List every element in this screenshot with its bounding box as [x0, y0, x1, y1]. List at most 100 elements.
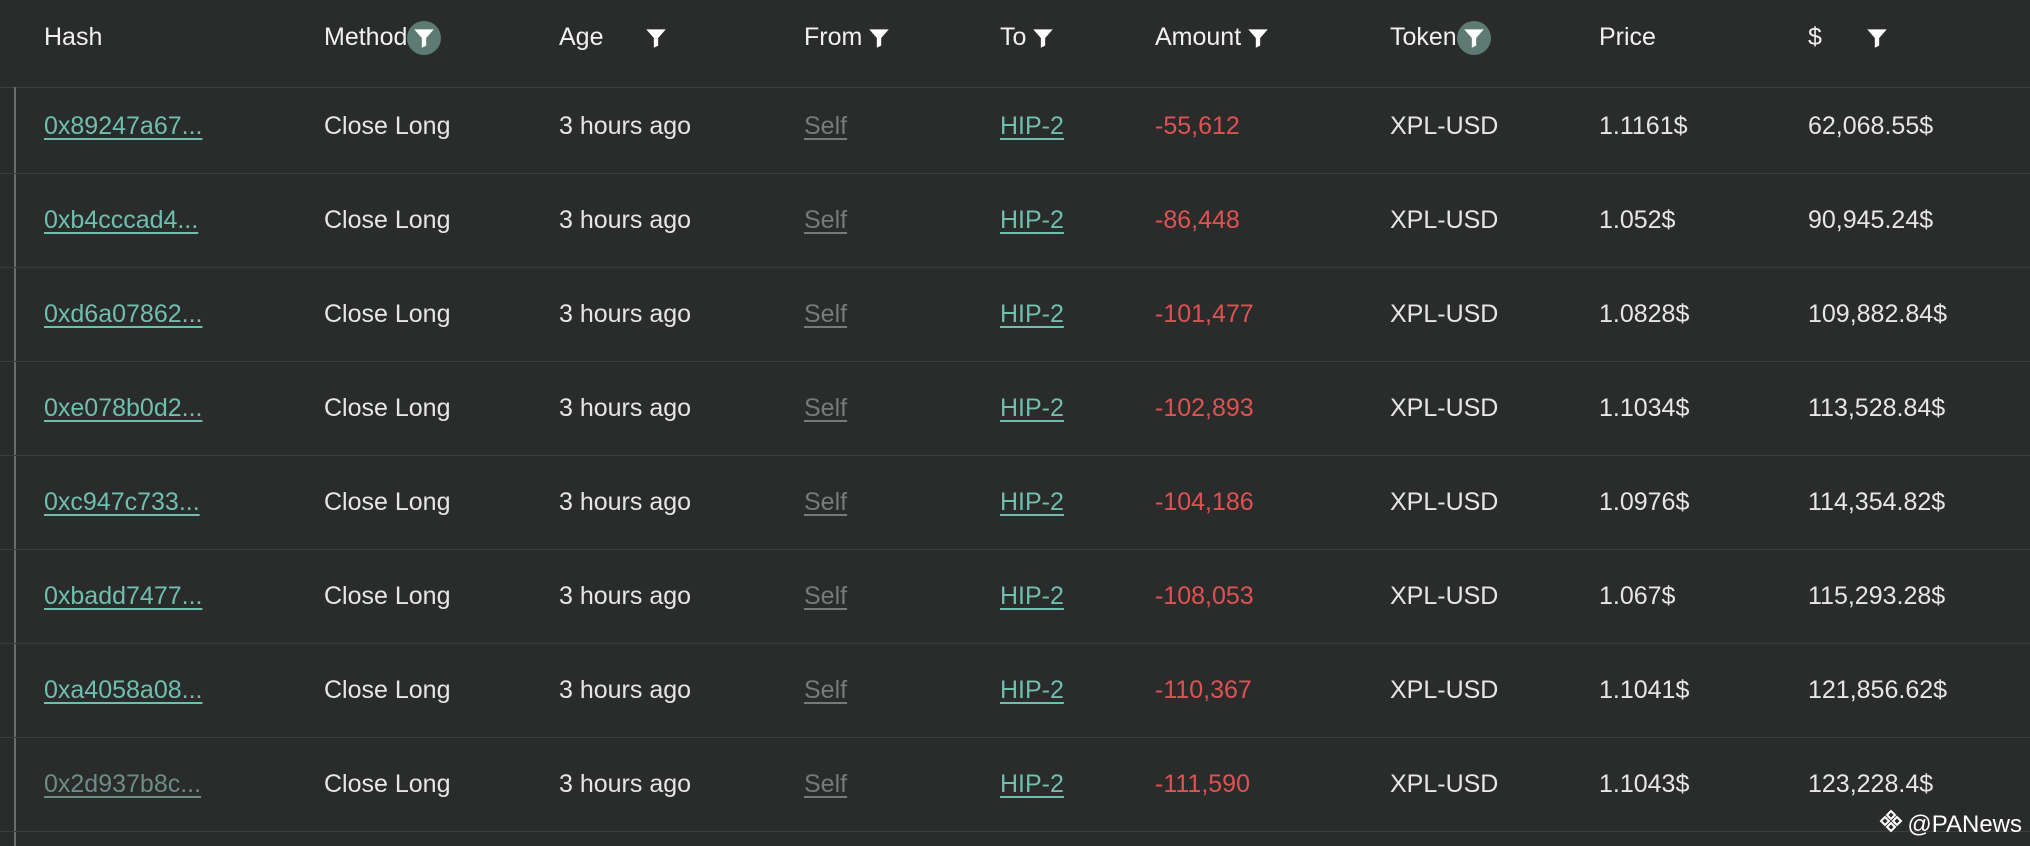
usd-value-cell: 121,856.62$: [1808, 676, 1948, 704]
column-header-method: Method: [324, 0, 442, 75]
column-label-price: Price: [1599, 23, 1656, 51]
table-row: 0xd6a07862... Close Long 3 hours ago Sel…: [0, 268, 2030, 362]
amount-cell: -110,367: [1155, 676, 1252, 704]
amount-cell: -101,477: [1155, 300, 1254, 328]
age-cell: 3 hours ago: [559, 394, 692, 422]
age-filter-icon[interactable]: [639, 21, 673, 55]
tx-hash-link[interactable]: 0xbadd7477...: [44, 582, 202, 611]
column-label-usd: $: [1808, 23, 1822, 51]
column-header-price: Price: [1599, 0, 1656, 75]
token-cell: XPL-USD: [1390, 488, 1499, 516]
amount-cell: -86,448: [1155, 206, 1240, 234]
price-cell: 1.0828$: [1599, 300, 1690, 328]
to-link[interactable]: HIP-2: [1000, 112, 1064, 141]
token-cell: XPL-USD: [1390, 112, 1499, 140]
age-cell: 3 hours ago: [559, 488, 692, 516]
tx-hash-link[interactable]: 0x89247a67...: [44, 112, 202, 141]
column-header-amount: Amount: [1155, 0, 1275, 75]
to-link[interactable]: HIP-2: [1000, 394, 1064, 423]
age-cell: 3 hours ago: [559, 582, 692, 610]
from-link[interactable]: Self: [804, 676, 847, 705]
to-link[interactable]: HIP-2: [1000, 300, 1064, 329]
usd-value-cell: 109,882.84$: [1808, 300, 1948, 328]
to-link[interactable]: HIP-2: [1000, 582, 1064, 611]
token-cell: XPL-USD: [1390, 582, 1499, 610]
tx-hash-link[interactable]: 0xd6a07862...: [44, 300, 202, 329]
tx-hash-link[interactable]: 0xc947c733...: [44, 488, 200, 517]
from-link[interactable]: Self: [804, 488, 847, 517]
from-link[interactable]: Self: [804, 300, 847, 329]
from-link[interactable]: Self: [804, 206, 847, 235]
usd-value-cell: 115,293.28$: [1808, 582, 1946, 610]
from-link[interactable]: Self: [804, 770, 847, 799]
method-cell: Close Long: [324, 488, 451, 516]
amount-filter-icon[interactable]: [1241, 21, 1275, 55]
to-link[interactable]: HIP-2: [1000, 488, 1064, 517]
price-cell: 1.1161$: [1599, 112, 1688, 140]
column-label-method: Method: [324, 23, 408, 51]
table-header: Hash Method Age From To Amount Token Pri…: [0, 0, 2030, 88]
column-label-age: Age: [559, 23, 604, 51]
token-cell: XPL-USD: [1390, 206, 1499, 234]
amount-cell: -111,590: [1155, 770, 1250, 798]
token-filter-icon[interactable]: [1456, 20, 1491, 55]
amount-cell: -102,893: [1155, 394, 1254, 422]
to-link[interactable]: HIP-2: [1000, 206, 1064, 235]
age-cell: 3 hours ago: [559, 112, 692, 140]
usd-filter-icon[interactable]: [1860, 21, 1894, 55]
age-cell: 3 hours ago: [559, 300, 692, 328]
method-cell: Close Long: [324, 112, 451, 140]
method-cell: Close Long: [324, 394, 451, 422]
to-filter-icon[interactable]: [1026, 21, 1060, 55]
method-cell: Close Long: [324, 770, 451, 798]
table-row: 0xe078b0d2... Close Long 3 hours ago Sel…: [0, 362, 2030, 456]
amount-cell: -108,053: [1155, 582, 1254, 610]
tx-hash-link[interactable]: 0xa4058a08...: [44, 676, 202, 705]
to-link[interactable]: HIP-2: [1000, 770, 1064, 799]
amount-cell: -55,612: [1155, 112, 1240, 140]
token-cell: XPL-USD: [1390, 300, 1499, 328]
amount-cell: -104,186: [1155, 488, 1254, 516]
column-label-token: Token: [1390, 23, 1457, 51]
column-header-hash: Hash: [44, 0, 102, 75]
price-cell: 1.0976$: [1599, 488, 1690, 516]
age-cell: 3 hours ago: [559, 770, 692, 798]
column-header-age: Age: [559, 0, 673, 75]
from-link[interactable]: Self: [804, 582, 847, 611]
method-cell: Close Long: [324, 206, 451, 234]
price-cell: 1.1041$: [1599, 676, 1690, 704]
method-cell: Close Long: [324, 582, 451, 610]
from-link[interactable]: Self: [804, 112, 847, 141]
method-filter-icon[interactable]: [407, 20, 442, 55]
price-cell: 1.052$: [1599, 206, 1676, 234]
from-link[interactable]: Self: [804, 394, 847, 423]
panews-logo-icon: [1879, 809, 1903, 840]
column-header-to: To: [1000, 0, 1060, 75]
price-cell: 1.067$: [1599, 582, 1676, 610]
usd-value-cell: 62,068.55$: [1808, 112, 1934, 140]
age-cell: 3 hours ago: [559, 206, 692, 234]
table-row: 0x89247a67... Close Long 3 hours ago Sel…: [0, 80, 2030, 174]
table-row: 0xbadd7477... Close Long 3 hours ago Sel…: [0, 550, 2030, 644]
price-cell: 1.1034$: [1599, 394, 1690, 422]
tx-hash-link[interactable]: 0xe078b0d2...: [44, 394, 202, 423]
transactions-table: Hash Method Age From To Amount Token Pri…: [0, 0, 2030, 846]
column-label-amount: Amount: [1155, 23, 1242, 51]
column-header-token: Token: [1390, 0, 1491, 75]
table-row: 0xc947c733... Close Long 3 hours ago Sel…: [0, 456, 2030, 550]
table-row: 0x2d937b8c... Close Long 3 hours ago Sel…: [0, 738, 2030, 832]
column-label-to: To: [1000, 23, 1027, 51]
usd-value-cell: 90,945.24$: [1808, 206, 1934, 234]
token-cell: XPL-USD: [1390, 770, 1499, 798]
watermark-text: @PANews: [1907, 810, 2022, 838]
to-link[interactable]: HIP-2: [1000, 676, 1064, 705]
from-filter-icon[interactable]: [862, 21, 896, 55]
table-row: 0xa4058a08... Close Long 3 hours ago Sel…: [0, 644, 2030, 738]
watermark: @PANews: [1879, 809, 2022, 840]
tx-hash-link[interactable]: 0x2d937b8c...: [44, 770, 201, 799]
usd-value-cell: 114,354.82$: [1808, 488, 1946, 516]
token-cell: XPL-USD: [1390, 676, 1499, 704]
method-cell: Close Long: [324, 300, 451, 328]
column-header-from: From: [804, 0, 896, 75]
tx-hash-link[interactable]: 0xb4cccad4...: [44, 206, 198, 235]
